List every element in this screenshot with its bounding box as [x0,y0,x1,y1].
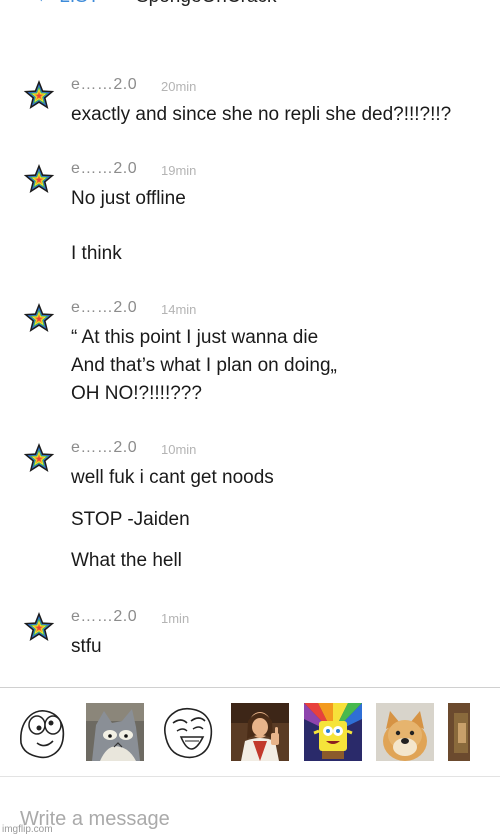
message-author[interactable]: e……2.0 [71,439,137,457]
back-to-list-link[interactable]: ← LIST [35,0,99,8]
message-time: 1min [161,611,190,626]
divider [0,687,500,688]
cropped-sticker[interactable] [448,703,470,761]
lol-face-sticker[interactable] [159,703,217,761]
message-text: OH NO!?!!!!??? [71,383,202,404]
message-text: STOP -Jaiden [71,509,190,530]
imagination-spongebob-sticker[interactable] [304,703,362,761]
chat-header: ← LIST SpongeOnCrack [0,0,500,12]
rainbow-star-icon[interactable] [22,301,56,335]
rainbow-star-icon[interactable] [22,610,56,644]
message-text: And that’s what I plan on doing„ [71,355,337,376]
message-text: What the hell [71,550,182,571]
message-text: exactly and since she no repli she ded?!… [71,104,452,125]
tom-cat-meme-sticker[interactable] [86,703,144,761]
message-text: “ At this point I just wanna die [71,327,319,348]
watermark: imgflip.com [2,824,53,835]
message-author[interactable]: e……2.0 [71,160,137,178]
message-time: 19min [161,163,197,178]
sticker-tray [0,700,500,764]
message-input[interactable] [20,803,480,835]
rainbow-star-icon[interactable] [22,441,56,475]
message-time: 10min [161,442,197,457]
rainbow-star-icon[interactable] [22,162,56,196]
message-text: I think [71,243,122,264]
rainbow-star-icon[interactable] [22,78,56,112]
derp-face-sticker[interactable] [13,703,71,761]
message-author[interactable]: e……2.0 [71,76,137,94]
message-time: 20min [161,79,197,94]
chat-title: SpongeOnCrack [136,0,276,8]
doge-sticker[interactable] [376,703,434,761]
message-text: No just offline [71,188,186,209]
message-author[interactable]: e……2.0 [71,299,137,317]
divider [0,776,500,777]
message-author[interactable]: e……2.0 [71,608,137,626]
buddy-christ-sticker[interactable] [231,703,289,761]
message-text: stfu [71,636,102,657]
message-text: well fuk i cant get noods [71,467,274,488]
message-time: 14min [161,302,197,317]
